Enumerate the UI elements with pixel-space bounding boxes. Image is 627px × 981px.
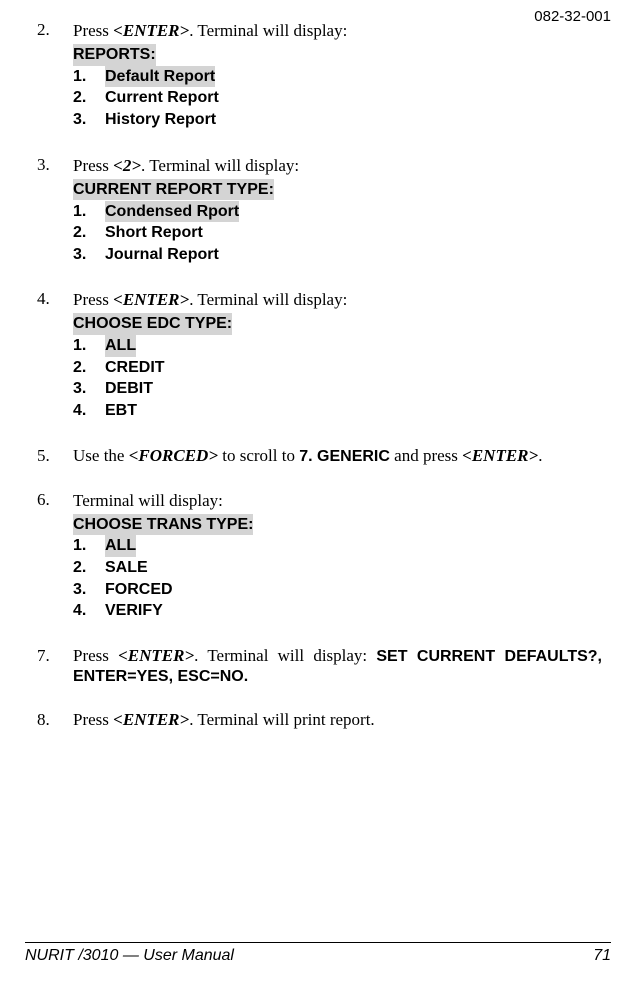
text: Press [73,156,113,175]
key-enter: <ENTER> [113,21,189,40]
text: . Terminal will display: [189,21,347,40]
item-label: ALL [105,535,136,557]
text: . Terminal will print report. [189,710,374,729]
step-number: 8. [37,710,73,730]
step-number: 7. [37,646,73,686]
text: and press [390,446,462,465]
step-body: Use the <FORCED> to scroll to 7. GENERIC… [73,446,602,466]
item-num: 3. [73,244,105,266]
item-label: SALE [105,557,148,579]
page-content: 2. Press <ENTER>. Terminal will display:… [37,20,602,730]
step-number: 6. [37,490,73,622]
item-num: 4. [73,400,105,422]
step-body: Press <ENTER>. Terminal will print repor… [73,710,602,730]
step-8: 8. Press <ENTER>. Terminal will print re… [37,710,602,730]
step-number: 3. [37,155,73,266]
item-label: Journal Report [105,244,219,266]
text: Press [73,710,113,729]
step-body: Press <2>. Terminal will display: CURREN… [73,155,602,266]
step-number: 5. [37,446,73,466]
step-number: 2. [37,20,73,131]
terminal-prompt: CHOOSE TRANS TYPE: [73,514,253,536]
text: . Terminal will display: [189,290,347,309]
item-label: History Report [105,109,216,131]
step-2: 2. Press <ENTER>. Terminal will display:… [37,20,602,131]
bold-text: 7. GENERIC [299,448,390,465]
text: Press [73,290,113,309]
step-6: 6. Terminal will display: CHOOSE TRANS T… [37,490,602,622]
item-num: 1. [73,535,105,557]
key-enter: <ENTER> [113,710,189,729]
item-label: VERIFY [105,600,163,622]
item-num: 3. [73,109,105,131]
item-label: ALL [105,335,136,357]
text: to scroll to [218,446,299,465]
key-enter: <ENTER> [462,446,538,465]
step-body: Terminal will display: CHOOSE TRANS TYPE… [73,490,602,622]
text: Press [73,646,118,665]
page-footer: NURIT /3010 — User Manual 71 [25,942,611,965]
item-label: DEBIT [105,378,153,400]
step-7: 7. Press <ENTER>. Terminal will display:… [37,646,602,686]
doc-number: 082-32-001 [534,8,611,25]
item-num: 4. [73,600,105,622]
item-label: Default Report [105,66,215,88]
item-num: 3. [73,579,105,601]
item-label: FORCED [105,579,173,601]
step-body: Press <ENTER>. Terminal will display: CH… [73,289,602,421]
item-num: 1. [73,201,105,223]
key-enter: <ENTER> [113,290,189,309]
item-label: Condensed Rport [105,201,239,223]
text: . Terminal will display: [141,156,299,175]
item-num: 3. [73,378,105,400]
item-label: EBT [105,400,137,422]
item-num: 2. [73,222,105,244]
item-num: 1. [73,66,105,88]
step-5: 5. Use the <FORCED> to scroll to 7. GENE… [37,446,602,466]
item-num: 2. [73,357,105,379]
footer-title: NURIT /3010 — User Manual [25,947,234,965]
step-4: 4. Press <ENTER>. Terminal will display:… [37,289,602,421]
key-enter: <ENTER> [118,646,194,665]
text: Terminal will display: [73,491,223,510]
text: . [538,446,542,465]
text: Use the [73,446,129,465]
step-number: 4. [37,289,73,421]
text: Press [73,21,113,40]
terminal-prompt: CURRENT REPORT TYPE: [73,179,274,201]
item-label: Short Report [105,222,203,244]
key-forced: <FORCED> [129,446,218,465]
item-label: CREDIT [105,357,165,379]
terminal-prompt: CHOOSE EDC TYPE: [73,313,232,335]
step-body: Press <ENTER>. Terminal will display: RE… [73,20,602,131]
page-number: 71 [593,947,611,965]
item-num: 1. [73,335,105,357]
step-3: 3. Press <2>. Terminal will display: CUR… [37,155,602,266]
item-label: Current Report [105,87,219,109]
item-num: 2. [73,557,105,579]
item-num: 2. [73,87,105,109]
key-2: <2> [113,156,141,175]
text: . Terminal will display: [194,646,376,665]
terminal-prompt: REPORTS: [73,44,156,66]
step-body: Press <ENTER>. Terminal will display: SE… [73,646,602,686]
